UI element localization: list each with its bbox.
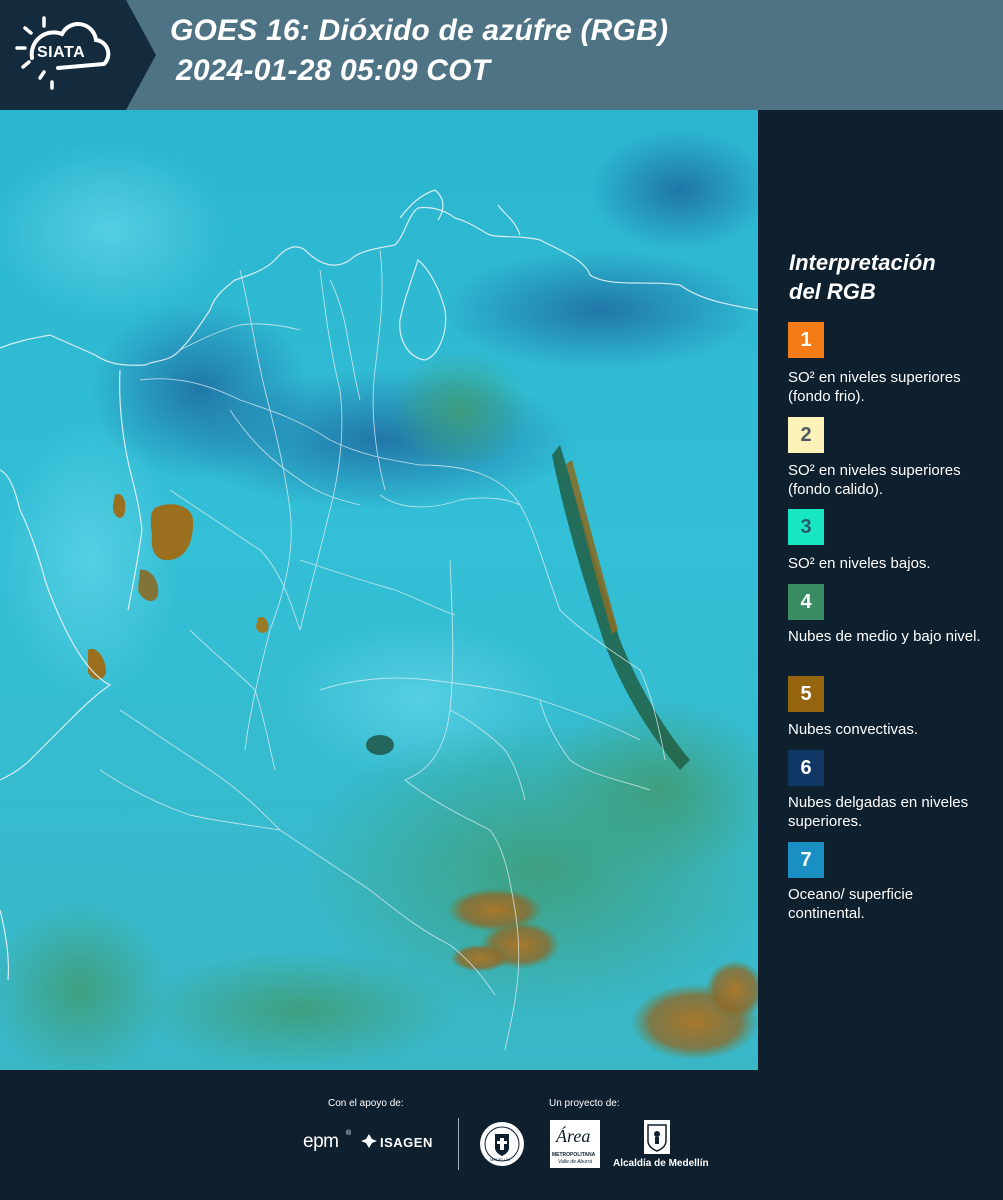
legend-title-line1: Interpretación [789, 250, 936, 275]
legend-swatch-5: 5 [788, 676, 824, 712]
footer: Con el apoyo de: Un proyecto de: epm ® I… [0, 1070, 1003, 1200]
epm-logo: epm [303, 1131, 339, 1152]
legend-swatch-3: 3 [788, 509, 824, 545]
legend-title-line2: del RGB [789, 279, 876, 304]
page-timestamp: 2024-01-28 05:09 COT [176, 54, 491, 87]
area-logo-text: Área [556, 1126, 591, 1146]
header: SIATA GOES 16: Dióxido de azúfre (RGB) 2… [0, 0, 1003, 110]
legend-desc-7: Oceano/ superficie continental. [788, 886, 914, 922]
legend-swatch-6: 6 [788, 750, 824, 786]
legend-desc-6: Nubes delgadas en niveles superiores. [788, 794, 969, 830]
alcaldia-logo: Alcaldía de Medellín [613, 1158, 709, 1169]
legend-desc-1: SO² en niveles superiores (fondo frio). [788, 369, 961, 405]
legend-desc-4: Nubes de medio y bajo nivel. [788, 628, 981, 645]
satellite-image [0, 110, 758, 1070]
legend-desc-2: SO² en niveles superiores (fondo calido)… [788, 462, 961, 498]
area-metropolitana-logo: Área METROPOLITANA Valle de Aburrá [550, 1120, 600, 1168]
footer-divider [458, 1118, 459, 1170]
area-logo-sub1: METROPOLITANA [552, 1152, 596, 1158]
isagen-logo: ISAGEN [380, 1135, 433, 1150]
page-title: GOES 16: Dióxido de azúfre (RGB) [170, 14, 669, 47]
logo-text: SIATA [37, 44, 86, 61]
siata-logo: SIATA [0, 0, 158, 110]
alcaldia-shield-icon [643, 1119, 671, 1160]
isagen-icon [360, 1133, 378, 1154]
legend-swatch-1: 1 [788, 322, 824, 358]
medellin-seal-icon: MEDELLÍN [478, 1120, 526, 1173]
legend-swatch-2: 2 [788, 417, 824, 453]
legend-desc-5: Nubes convectivas. [788, 721, 919, 738]
support-label: Con el apoyo de: [328, 1098, 404, 1109]
seal-caption: MEDELLÍN [490, 1157, 511, 1162]
legend-title: Interpretación del RGB [789, 248, 989, 306]
registered-mark: ® [346, 1130, 352, 1137]
project-label: Un proyecto de: [549, 1098, 620, 1109]
legend-panel: Interpretación del RGB 1 SO² en niveles … [758, 110, 1003, 1070]
legend-desc-3: SO² en niveles bajos. [788, 555, 931, 572]
area-logo-sub2: Valle de Aburrá [558, 1159, 593, 1165]
legend-swatch-7: 7 [788, 842, 824, 878]
legend-swatch-4: 4 [788, 584, 824, 620]
